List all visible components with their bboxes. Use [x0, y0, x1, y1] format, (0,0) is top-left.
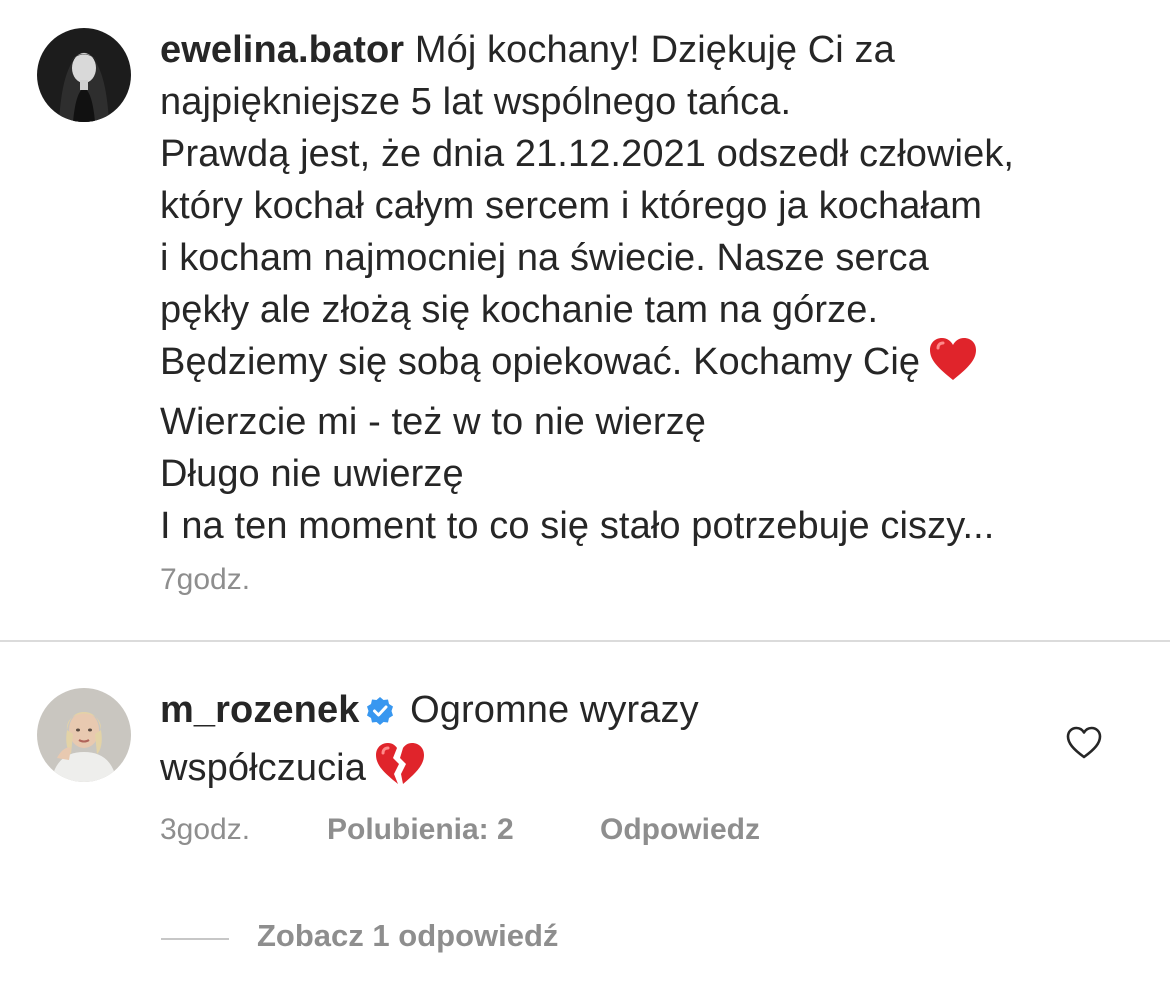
- comment-text-line: współczucia: [160, 747, 366, 789]
- comment-text-line: najpiękniejsze 5 lat wspólnego tańca.: [160, 81, 792, 123]
- comment-text-line: Ogromne wyrazy: [410, 689, 699, 731]
- comment-text-line: Wierzcie mi - też w to nie wierzę: [160, 401, 706, 443]
- comment-body: m_rozenek Ogromne wyrazy współczucia: [160, 684, 699, 802]
- red-heart-icon: [928, 336, 978, 396]
- comment-timestamp: 7godz.: [160, 563, 251, 596]
- avatar[interactable]: [37, 28, 131, 122]
- comment-text-line: Prawdą jest, że dnia 21.12.2021 odszedł …: [160, 133, 1015, 175]
- divider: [0, 640, 1170, 642]
- comment-body: ewelina.bator Mój kochany! Dziękuję Ci z…: [160, 24, 1014, 552]
- comment-text-line: Długo nie uwierzę: [160, 453, 464, 495]
- replies-divider-line: [161, 938, 229, 940]
- avatar[interactable]: [37, 688, 131, 782]
- likes-count-button[interactable]: Polubienia: 2: [327, 813, 514, 847]
- comment-text-line: Będziemy się sobą opiekować. Kochamy Cię: [160, 341, 921, 383]
- comment-text-line: który kochał całym sercem i którego ja k…: [160, 185, 982, 227]
- like-heart-icon[interactable]: [1066, 726, 1102, 760]
- comment-text-line: i kocham najmocniej na świecie. Nasze se…: [160, 237, 929, 279]
- comment-text-line: I na ten moment to co się stało potrzebu…: [160, 505, 995, 547]
- verified-badge-icon: [365, 688, 395, 740]
- comment-text-line: pękły ale złożą się kochanie tam na górz…: [160, 289, 879, 331]
- username[interactable]: ewelina.bator: [160, 29, 404, 71]
- view-replies-button[interactable]: Zobacz 1 odpowiedź: [257, 918, 558, 954]
- username[interactable]: m_rozenek: [160, 689, 359, 731]
- broken-heart-icon: [374, 740, 426, 802]
- comment-text-line: Mój kochany! Dziękuję Ci za: [414, 29, 895, 71]
- comment-timestamp: 3godz.: [160, 813, 251, 846]
- reply-button[interactable]: Odpowiedz: [600, 813, 760, 847]
